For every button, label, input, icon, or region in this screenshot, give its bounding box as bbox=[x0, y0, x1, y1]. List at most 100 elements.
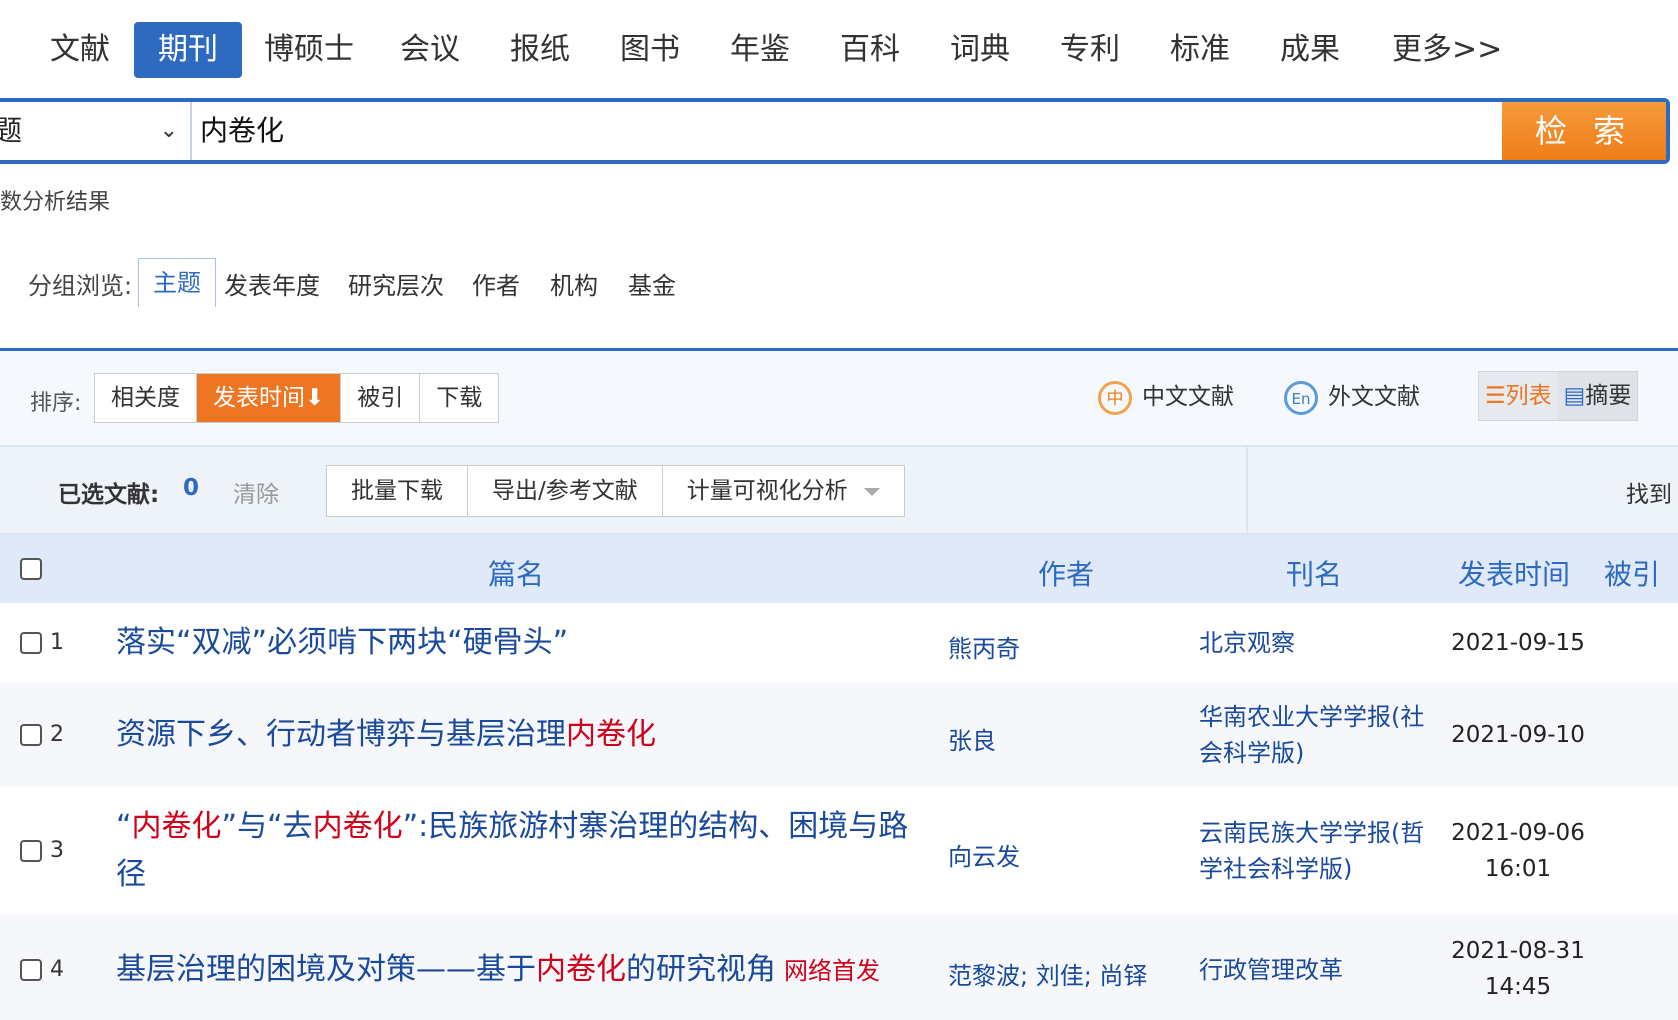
title-text: 落实“双减”必须啃下两块“硬骨头” bbox=[116, 625, 569, 660]
view-toggle: ☰列表 ▤摘要 bbox=[1478, 371, 1639, 421]
arrow-down-icon: ⬇ bbox=[305, 385, 325, 411]
article-title[interactable]: “内卷化”与“去内卷化”:民族旅游村寨治理的结构、困境与路径 bbox=[116, 803, 936, 899]
article-date: 2021-08-31 14:45 bbox=[1438, 933, 1598, 1005]
export-references-button[interactable]: 导出/参考文献 bbox=[468, 466, 663, 516]
title-text: ”与“去 bbox=[221, 809, 313, 844]
article-title[interactable]: 基层治理的困境及对策——基于内卷化的研究视角 网络首发 bbox=[116, 946, 946, 995]
foreign-literature-label: 外文文献 bbox=[1328, 384, 1420, 410]
group-institution[interactable]: 机构 bbox=[550, 266, 598, 301]
search-field-value: 题 bbox=[0, 114, 23, 147]
english-icon: En bbox=[1284, 380, 1318, 415]
sort-date[interactable]: 发表时间⬇ bbox=[197, 374, 342, 422]
chinese-literature-label: 中文文献 bbox=[1142, 384, 1234, 410]
chinese-icon: 中 bbox=[1098, 380, 1132, 415]
column-author[interactable]: 作者 bbox=[1038, 553, 1094, 593]
tab-newspapers[interactable]: 报纸 bbox=[510, 22, 570, 78]
article-title[interactable]: 落实“双减”必须啃下两块“硬骨头” bbox=[116, 619, 936, 667]
tab-patents[interactable]: 专利 bbox=[1060, 22, 1120, 78]
group-fund[interactable]: 基金 bbox=[628, 266, 676, 301]
clear-selection[interactable]: 清除 bbox=[233, 475, 279, 509]
database-tabs: 文献 期刊 博硕士 会议 报纸 图书 年鉴 百科 词典 专利 标准 成果 更多>… bbox=[0, 22, 1678, 78]
results-table-header: 篇名 作者 刊名 发表时间 被引 bbox=[0, 535, 1678, 603]
article-author[interactable]: 熊丙奇 bbox=[948, 629, 1020, 664]
row-number: 4 bbox=[50, 957, 64, 982]
search-button[interactable]: 检 索 bbox=[1502, 102, 1666, 160]
article-author[interactable]: 向云发 bbox=[948, 837, 1020, 872]
chinese-literature-toggle[interactable]: 中中文文献 bbox=[1098, 377, 1234, 417]
table-row: 1 落实“双减”必须啃下两块“硬骨头” 熊丙奇 北京观察 2021-09-15 bbox=[0, 603, 1678, 683]
title-highlight: 内卷化 bbox=[536, 952, 626, 987]
column-title[interactable]: 篇名 bbox=[488, 553, 544, 593]
article-journal[interactable]: 行政管理改革 bbox=[1199, 952, 1435, 988]
sort-relevance[interactable]: 相关度 bbox=[95, 374, 197, 422]
batch-operations: 批量下载 导出/参考文献 计量可视化分析 bbox=[326, 465, 905, 517]
table-row: 4 基层治理的困境及对策——基于内卷化的研究视角 网络首发 范黎波; 刘佳; 尚铎… bbox=[0, 915, 1678, 1020]
table-row: 2 资源下乡、行动者博弈与基层治理内卷化 张良 华南农业大学学报(社会科学版) … bbox=[0, 683, 1678, 787]
table-row: 3 “内卷化”与“去内卷化”:民族旅游村寨治理的结构、困境与路径 向云发 云南民… bbox=[0, 787, 1678, 915]
view-abstract-button[interactable]: ▤摘要 bbox=[1557, 372, 1638, 420]
selected-label: 已选文献: bbox=[58, 482, 160, 508]
article-journal[interactable]: 北京观察 bbox=[1199, 625, 1435, 661]
tab-conferences[interactable]: 会议 bbox=[400, 22, 460, 78]
tab-literature[interactable]: 文献 bbox=[50, 22, 110, 78]
selection-bar-divider bbox=[1246, 447, 1248, 533]
date-line: 2021-09-06 bbox=[1451, 820, 1585, 846]
tab-standards[interactable]: 标准 bbox=[1170, 22, 1230, 78]
title-text: 基层治理的困境及对策——基于 bbox=[116, 952, 536, 987]
title-highlight: 内卷化 bbox=[131, 809, 222, 844]
visual-analysis-label: 计量可视化分析 bbox=[686, 478, 848, 504]
results-found-label: 找到 bbox=[1626, 482, 1672, 508]
column-cited[interactable]: 被引 bbox=[1604, 553, 1660, 593]
view-abstract-label: 摘要 bbox=[1585, 383, 1632, 409]
row-checkbox[interactable] bbox=[20, 959, 42, 981]
select-all-checkbox[interactable] bbox=[20, 558, 42, 580]
time-line: 14:45 bbox=[1484, 974, 1552, 1000]
selected-count: 0 bbox=[183, 475, 200, 501]
column-journal[interactable]: 刊名 bbox=[1286, 553, 1342, 593]
article-title[interactable]: 资源下乡、行动者博弈与基层治理内卷化 bbox=[116, 711, 936, 759]
row-number: 2 bbox=[50, 722, 64, 747]
sort-cited[interactable]: 被引 bbox=[341, 374, 421, 422]
sort-options: 相关度 发表时间⬇ 被引 下载 bbox=[94, 373, 500, 423]
row-number: 3 bbox=[50, 838, 64, 863]
row-checkbox[interactable] bbox=[20, 840, 42, 862]
tab-dictionary[interactable]: 词典 bbox=[950, 22, 1010, 78]
group-subject[interactable]: 主题 bbox=[138, 258, 216, 307]
tab-journals[interactable]: 期刊 bbox=[134, 22, 242, 78]
tab-books[interactable]: 图书 bbox=[620, 22, 680, 78]
article-date: 2021-09-15 bbox=[1438, 625, 1598, 661]
search-field-select[interactable]: 题 ⌄ bbox=[0, 102, 192, 160]
tab-more[interactable]: 更多>> bbox=[1392, 22, 1502, 78]
article-date: 2021-09-10 bbox=[1438, 717, 1598, 753]
article-journal[interactable]: 华南农业大学学报(社会科学版) bbox=[1199, 699, 1435, 771]
group-level[interactable]: 研究层次 bbox=[348, 266, 444, 301]
sort-bar: 排序: 相关度 发表时间⬇ 被引 下载 中中文文献 En 外文文献 ☰列表 ▤摘要 bbox=[0, 351, 1678, 447]
view-list-button[interactable]: ☰列表 bbox=[1479, 372, 1558, 420]
tab-theses[interactable]: 博硕士 bbox=[264, 22, 354, 78]
tab-achievements[interactable]: 成果 bbox=[1280, 22, 1340, 78]
title-text: 的研究视角 bbox=[626, 952, 776, 987]
batch-download-button[interactable]: 批量下载 bbox=[327, 466, 468, 516]
row-checkbox[interactable] bbox=[20, 632, 42, 654]
group-year[interactable]: 发表年度 bbox=[224, 266, 320, 301]
visual-analysis-button[interactable]: 计量可视化分析 bbox=[663, 466, 904, 516]
date-line: 2021-09-15 bbox=[1451, 630, 1585, 656]
sort-downloads[interactable]: 下载 bbox=[420, 374, 498, 422]
abstract-icon: ▤ bbox=[1563, 383, 1586, 409]
analysis-results-link[interactable]: 数分析结果 bbox=[0, 184, 110, 216]
search-input[interactable] bbox=[200, 102, 1500, 160]
article-author[interactable]: 张良 bbox=[948, 721, 996, 756]
article-journal[interactable]: 云南民族大学学报(哲学社会科学版) bbox=[1199, 815, 1435, 887]
group-author[interactable]: 作者 bbox=[472, 266, 520, 301]
title-highlight: 内卷化 bbox=[566, 717, 656, 752]
row-checkbox[interactable] bbox=[20, 724, 42, 746]
article-author[interactable]: 范黎波; 刘佳; 尚铎 bbox=[948, 956, 1147, 991]
foreign-literature-toggle[interactable]: En 外文文献 bbox=[1284, 377, 1420, 417]
view-list-label: 列表 bbox=[1505, 383, 1552, 409]
tab-encyclopedia[interactable]: 百科 bbox=[840, 22, 900, 78]
article-date: 2021-09-06 16:01 bbox=[1438, 815, 1598, 887]
caret-down-icon bbox=[863, 487, 880, 496]
title-text: “ bbox=[116, 809, 132, 844]
tab-yearbooks[interactable]: 年鉴 bbox=[730, 22, 790, 78]
column-date[interactable]: 发表时间 bbox=[1458, 553, 1570, 593]
